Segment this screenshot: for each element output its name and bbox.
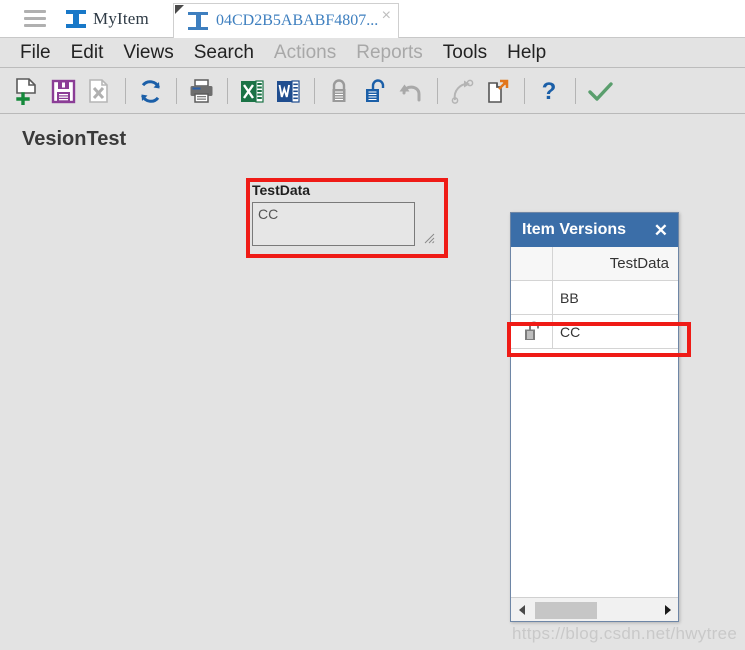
refresh-icon[interactable] xyxy=(133,73,167,109)
toolbar-separator xyxy=(437,78,438,104)
redo-icon xyxy=(445,73,479,109)
toolbar-separator xyxy=(176,78,177,104)
tab-corner-marker xyxy=(175,5,184,14)
scroll-right-icon[interactable] xyxy=(656,599,678,621)
column-header-testdata: TestData xyxy=(609,255,669,272)
svg-text:?: ? xyxy=(542,78,557,105)
menu-item-edit[interactable]: Edit xyxy=(61,42,114,64)
toolbar-separator xyxy=(575,78,576,104)
document-tab[interactable]: 04CD2B5ABABF4807... × xyxy=(173,3,399,38)
new-item-icon[interactable] xyxy=(10,73,44,109)
menu-item-actions: Actions xyxy=(273,41,337,63)
column-header-icon xyxy=(511,247,553,280)
hamburger-bar xyxy=(24,17,46,20)
scroll-left-icon[interactable] xyxy=(511,599,533,621)
save-icon[interactable] xyxy=(46,73,80,109)
watermark: https://blog.csdn.net/hwytree xyxy=(512,624,738,643)
tab-bar: MyItem 04CD2B5ABABF4807... × xyxy=(0,0,745,38)
menu-item-help[interactable]: Help xyxy=(497,42,556,64)
item-versions-panel: Item Versions ✕ TestData BB CC xyxy=(510,212,679,622)
toolbar-separator xyxy=(227,78,228,104)
confirm-icon[interactable] xyxy=(583,73,617,109)
print-icon[interactable] xyxy=(184,73,218,109)
menu-item-search[interactable]: Search xyxy=(184,42,264,64)
hamburger-bar xyxy=(24,24,46,27)
menu-bar: File Edit Views Search Actions Reports T… xyxy=(0,38,745,68)
table-row[interactable]: BB xyxy=(511,281,678,315)
help-icon[interactable]: ? xyxy=(532,73,566,109)
testdata-field-label: TestData xyxy=(252,182,311,198)
row-value: BB xyxy=(560,289,579,306)
delete-icon xyxy=(82,73,116,109)
toolbar-separator xyxy=(314,78,315,104)
ibeam-outline-icon xyxy=(188,12,208,30)
toolbar-separator xyxy=(524,78,525,104)
row-status-icon xyxy=(511,281,553,314)
app-brand-label: MyItem xyxy=(93,9,149,28)
testdata-field-group: TestData CC xyxy=(252,182,444,246)
document-tab-label: 04CD2B5ABABF4807... xyxy=(216,12,379,29)
table-empty-area xyxy=(511,349,678,585)
copy-page-icon[interactable] xyxy=(481,73,515,109)
hamburger-bar xyxy=(24,10,46,13)
ibeam-icon xyxy=(66,10,86,28)
toolbar-separator xyxy=(125,78,126,104)
menu-item-file[interactable]: File xyxy=(10,42,61,64)
menu-item-tools[interactable]: Tools xyxy=(433,42,497,64)
item-versions-title: Item Versions xyxy=(522,221,627,238)
close-icon[interactable]: ✕ xyxy=(654,222,668,239)
row-value: CC xyxy=(560,323,581,340)
scrollbar-thumb[interactable] xyxy=(535,601,597,619)
textarea-resize-grip[interactable] xyxy=(423,231,435,244)
application-window: MyItem 04CD2B5ABABF4807... × File Edit V… xyxy=(0,0,745,650)
app-brand[interactable]: MyItem xyxy=(66,6,149,32)
table-header-row: TestData xyxy=(511,247,678,281)
lock-open-icon[interactable] xyxy=(511,315,553,348)
menu-item-views[interactable]: Views xyxy=(113,42,183,64)
hamburger-icon[interactable] xyxy=(24,10,46,28)
undo-icon xyxy=(394,73,428,109)
item-versions-table: TestData BB CC xyxy=(511,247,678,585)
horizontal-scrollbar[interactable] xyxy=(511,597,678,621)
excel-export-icon[interactable] xyxy=(235,73,269,109)
item-versions-header: Item Versions ✕ xyxy=(511,213,678,247)
page-title: VesionTest xyxy=(22,128,127,150)
lock-icon xyxy=(322,73,356,109)
close-icon[interactable]: × xyxy=(382,8,391,24)
table-row[interactable]: CC xyxy=(511,315,678,349)
menu-item-reports: Reports xyxy=(356,41,423,63)
word-export-icon[interactable] xyxy=(271,73,305,109)
unlock-icon[interactable] xyxy=(358,73,392,109)
scrollbar-track[interactable] xyxy=(533,599,656,621)
testdata-textarea[interactable]: CC xyxy=(252,202,415,246)
toolbar: ? xyxy=(0,69,745,114)
